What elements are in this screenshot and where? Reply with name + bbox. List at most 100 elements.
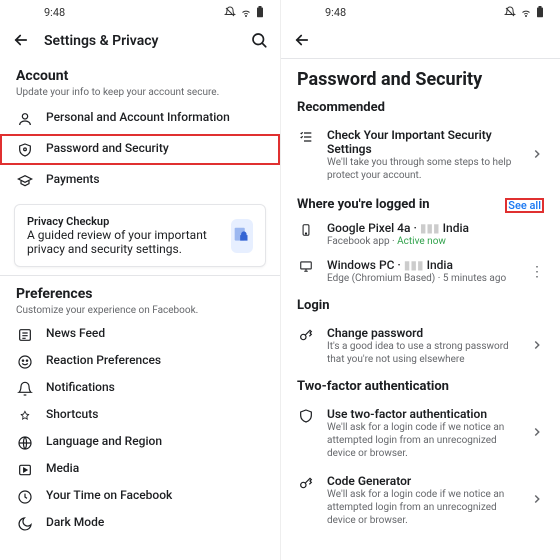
- chevron-right-icon: [530, 147, 544, 164]
- news-feed-icon: [16, 326, 34, 343]
- row-code-generator[interactable]: Code Generator We'll ask for a login cod…: [281, 467, 560, 534]
- person-icon: [16, 110, 34, 127]
- row-notifications[interactable]: Notifications: [0, 375, 280, 402]
- see-all-link[interactable]: See all: [505, 198, 544, 213]
- row-sub: We'll ask for a login code if we notice …: [327, 488, 518, 527]
- row-sub: We'll ask for a login code if we notice …: [327, 421, 518, 460]
- row-password-security[interactable]: Password and Security: [0, 134, 280, 165]
- bell-icon: [16, 380, 34, 397]
- back-icon[interactable]: [293, 31, 311, 52]
- session-title: Google Pixel 4a · ▮▮▮ India: [327, 221, 544, 235]
- row-label: Change password: [327, 326, 518, 340]
- section-title-recommended: Recommended: [297, 100, 544, 115]
- section-preferences-header: Preferences Customize your experience on…: [0, 276, 280, 321]
- section-title-tfa: Two-factor authentication: [297, 379, 544, 394]
- key-icon: [297, 474, 315, 491]
- status-icons: [504, 6, 544, 18]
- row-sub: It's a good idea to use a strong passwor…: [327, 340, 518, 366]
- session-sub: Facebook app · Active now: [327, 235, 544, 248]
- row-label: Notifications: [46, 380, 264, 394]
- row-dark-mode[interactable]: Dark Mode: [0, 510, 280, 537]
- row-label: Your Time on Facebook: [46, 488, 264, 502]
- key-icon: [297, 326, 315, 343]
- card-title: Privacy Checkup: [27, 215, 221, 228]
- back-icon[interactable]: [12, 31, 30, 52]
- row-reaction-prefs[interactable]: Reaction Preferences: [0, 348, 280, 375]
- row-session-pixel[interactable]: Google Pixel 4a · ▮▮▮ India Facebook app…: [281, 216, 560, 253]
- row-use-tfa[interactable]: Use two-factor authentication We'll ask …: [281, 400, 560, 467]
- row-label: Media: [46, 461, 264, 475]
- row-news-feed[interactable]: News Feed: [0, 321, 280, 348]
- clock-icon: [16, 488, 34, 505]
- row-label: Shortcuts: [46, 407, 264, 421]
- status-bar: 9:48: [281, 0, 560, 24]
- checklist-icon: [297, 128, 315, 145]
- pin-icon: [16, 407, 34, 424]
- battery-icon: [536, 6, 544, 18]
- row-sub: We'll take you through some steps to hel…: [327, 156, 518, 182]
- wifi-icon: [520, 6, 532, 18]
- privacy-art-icon: [231, 219, 253, 253]
- status-time: 9:48: [325, 6, 346, 19]
- shield-icon: [297, 407, 315, 424]
- appbar: [281, 24, 560, 58]
- status-icons: [224, 6, 264, 18]
- row-label: Personal and Account Information: [46, 110, 264, 124]
- row-label: News Feed: [46, 326, 264, 340]
- row-label: Language and Region: [46, 434, 264, 448]
- globe-icon: [16, 434, 34, 451]
- privacy-checkup-card[interactable]: Privacy Checkup A guided review of your …: [14, 204, 266, 267]
- battery-icon: [256, 6, 264, 18]
- row-label: Payments: [46, 172, 264, 186]
- chevron-right-icon: [530, 338, 544, 355]
- row-security-checkup[interactable]: Check Your Important Security Settings W…: [281, 121, 560, 189]
- chevron-right-icon: [530, 425, 544, 442]
- more-icon[interactable]: ⋮: [530, 265, 544, 279]
- appbar: Settings & Privacy: [0, 24, 280, 58]
- row-label: Reaction Preferences: [46, 353, 264, 367]
- section-account-header: Account Update your info to keep your ac…: [0, 58, 280, 103]
- section-sub-preferences: Customize your experience on Facebook.: [16, 304, 264, 317]
- reaction-icon: [16, 353, 34, 370]
- row-label: Check Your Important Security Settings: [327, 128, 518, 156]
- row-media[interactable]: Media: [0, 456, 280, 483]
- section-login-header: Login: [281, 290, 560, 319]
- section-tfa-header: Two-factor authentication: [281, 373, 560, 400]
- row-personal-info[interactable]: Personal and Account Information: [0, 103, 280, 134]
- moon-icon: [16, 515, 34, 532]
- row-label: Password and Security: [46, 141, 264, 155]
- section-logged-in-header: Where you're logged in See all: [281, 189, 560, 216]
- section-title-account: Account: [16, 68, 264, 84]
- payments-icon: [16, 172, 34, 189]
- row-payments[interactable]: Payments: [0, 165, 280, 196]
- row-label: Use two-factor authentication: [327, 407, 518, 421]
- row-time-on-fb[interactable]: Your Time on Facebook: [0, 483, 280, 510]
- session-title: Windows PC · ▮▮▮ India: [327, 258, 518, 272]
- row-change-password[interactable]: Change password It's a good idea to use …: [281, 319, 560, 373]
- section-title-preferences: Preferences: [16, 286, 264, 302]
- row-shortcuts[interactable]: Shortcuts: [0, 402, 280, 429]
- page-title: Password and Security: [281, 59, 560, 98]
- wifi-icon: [240, 6, 252, 18]
- card-sub: A guided review of your important privac…: [27, 228, 221, 256]
- phone-icon: [297, 221, 315, 238]
- chevron-right-icon: [530, 492, 544, 509]
- search-icon[interactable]: [250, 31, 268, 52]
- appbar-title: Settings & Privacy: [44, 33, 159, 49]
- section-title-login: Login: [297, 298, 544, 313]
- shield-icon: [16, 141, 34, 158]
- section-title-logged-in: Where you're logged in: [297, 197, 430, 212]
- screen-settings: 9:48 Settings & Privacy Account Update y…: [0, 0, 280, 560]
- screen-password-security: 9:48 Password and Security Recommended C…: [280, 0, 560, 560]
- row-label: Dark Mode: [46, 515, 264, 529]
- row-session-windows[interactable]: Windows PC · ▮▮▮ India Edge (Chromium Ba…: [281, 253, 560, 290]
- row-language[interactable]: Language and Region: [0, 429, 280, 456]
- section-recommended-header: Recommended: [281, 98, 560, 121]
- row-label: Code Generator: [327, 474, 518, 488]
- media-icon: [16, 461, 34, 478]
- desktop-icon: [297, 258, 315, 273]
- session-sub: Edge (Chromium Based) · 5 minutes ago: [327, 272, 518, 285]
- section-sub-account: Update your info to keep your account se…: [16, 86, 264, 99]
- dnd-icon: [224, 6, 236, 18]
- status-bar: 9:48: [0, 0, 280, 24]
